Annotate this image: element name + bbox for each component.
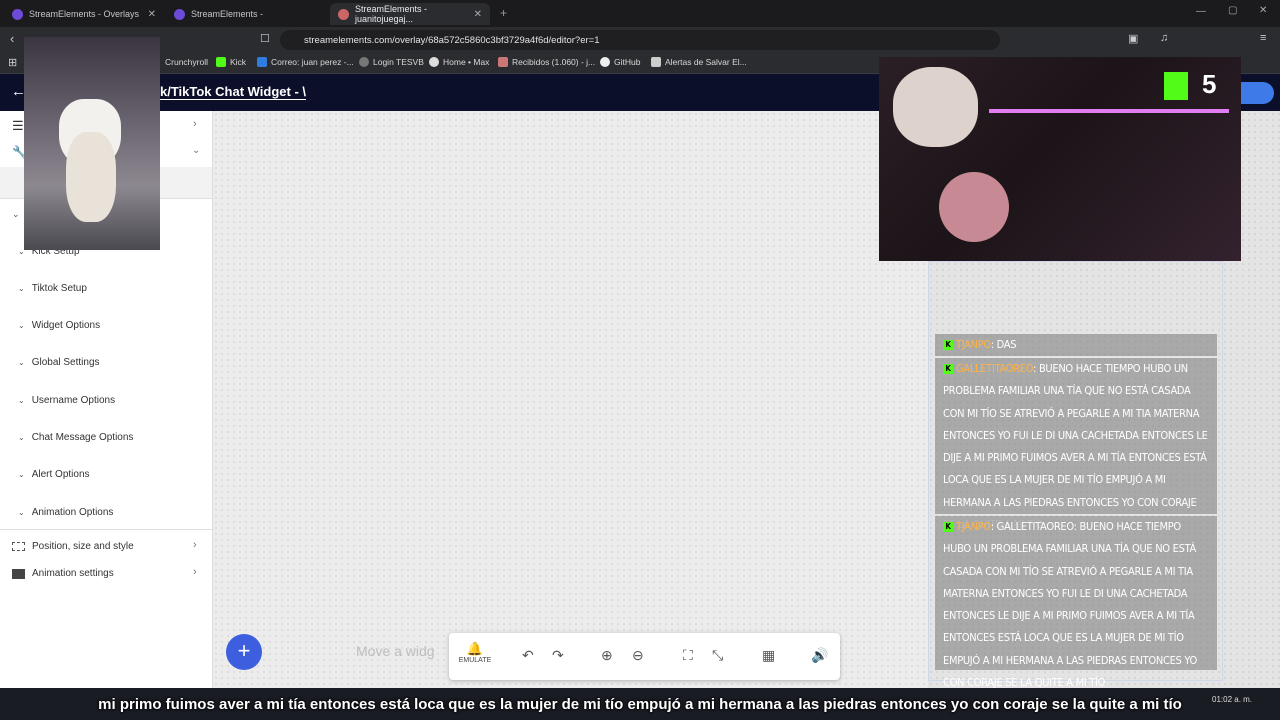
chevron-down-icon[interactable]: ⌄: [12, 209, 20, 220]
menu-icon[interactable]: ≡: [1260, 32, 1266, 44]
section-alert-options[interactable]: ⌄ Alert Options: [18, 469, 90, 480]
chevron-down-icon: ⌄: [18, 433, 25, 442]
globe-icon: [359, 57, 369, 67]
kick-icon: K: [943, 364, 953, 374]
close-window-icon[interactable]: ✕: [1259, 5, 1267, 16]
bookmark-item[interactable]: GitHub: [600, 57, 640, 67]
layers-icon[interactable]: ☰: [12, 118, 24, 134]
volume-icon[interactable]: 🔊: [811, 647, 828, 664]
close-tab-icon[interactable]: ✕: [148, 9, 156, 20]
max-icon: [429, 57, 439, 67]
bookmark-item[interactable]: Recibidos (1.060) - j...: [498, 57, 595, 67]
chat-message: K TJANPO: GALLETITAOREO: BUENO HACE TIEMP…: [935, 516, 1217, 689]
chat-text: DAS: [996, 338, 1017, 351]
chevron-down-icon: ⌄: [18, 470, 25, 479]
panel-animation-settings[interactable]: Animation settings: [12, 568, 114, 579]
chat-username: GALLETITAOREO: [956, 362, 1034, 375]
undo-icon[interactable]: ↶: [522, 647, 534, 664]
kick-icon: K: [943, 522, 953, 532]
chevron-right-icon[interactable]: ›: [193, 539, 197, 551]
section-global-settings[interactable]: ⌄ Global Settings: [18, 357, 100, 368]
overlay-title[interactable]: k/TikTok Chat Widget - \: [160, 84, 307, 100]
bookmark-item[interactable]: Home • Max: [429, 57, 489, 67]
section-animation-options[interactable]: ⌄ Animation Options: [18, 507, 113, 518]
github-icon: [600, 57, 610, 67]
kick-icon: [216, 57, 226, 67]
chat-text: GALLETITAOREO: BUENO HACE TIEMPO HUBO UN…: [943, 520, 1198, 690]
kick-icon: [1164, 72, 1188, 100]
chat-text: BUENO HACE TIEMPO HUBO UN PROBLEMA FAMIL…: [943, 362, 1208, 531]
bookmark-item[interactable]: Kick: [216, 57, 246, 67]
emulate-button[interactable]: 🔔 EMULATE: [455, 641, 495, 664]
rgb-light: [989, 109, 1229, 113]
bookmark-item[interactable]: Correo: juan perez -...: [257, 57, 354, 67]
bookmark-item[interactable]: Alertas de Salvar El...: [651, 57, 747, 67]
chevron-down-icon: ⌄: [18, 396, 25, 405]
maximize-icon[interactable]: ▢: [1228, 5, 1237, 16]
live-caption: mi primo fuimos aver a mi tía entonces e…: [98, 696, 1182, 713]
webcam-desk-video: 5: [879, 57, 1241, 261]
chevron-down-icon: ⌄: [18, 358, 25, 367]
tab-editor[interactable]: StreamElements - juanitojuegaj... ✕: [330, 3, 490, 25]
chevron-right-icon[interactable]: ›: [193, 118, 197, 130]
bookmark-item[interactable]: Crunchyroll: [165, 57, 208, 67]
bookmark-icon[interactable]: ☐: [260, 32, 270, 45]
chat-username: TJANPO: [956, 338, 991, 351]
inbox-icon: [498, 57, 508, 67]
new-tab-icon[interactable]: +: [500, 6, 507, 20]
editor-toolbar: 🔔 EMULATE ↶ ↷ ⊕ ⊖ ⛶ ⤡ ▦ 🔊: [449, 633, 840, 680]
chevron-down-icon: ⌄: [18, 508, 25, 517]
position-icon: [12, 542, 25, 551]
panel-position-size-style[interactable]: Position, size and style: [12, 541, 134, 552]
plush-toy: [893, 67, 978, 147]
chevron-down-icon[interactable]: ⌄: [192, 145, 200, 156]
overlay-canvas[interactable]: [213, 111, 928, 688]
tab-streamelements[interactable]: StreamElements -: [166, 3, 326, 25]
streamelements-icon: [12, 8, 23, 20]
minimize-icon[interactable]: —: [1196, 6, 1206, 17]
zoom-out-icon[interactable]: ⊖: [632, 647, 644, 664]
apps-icon[interactable]: ⊞: [8, 56, 17, 69]
section-widget-options[interactable]: ⌄ Widget Options: [18, 320, 100, 331]
screenshot-icon[interactable]: ▣: [1128, 32, 1138, 45]
plush-toy: [939, 172, 1009, 242]
zoom-in-icon[interactable]: ⊕: [601, 647, 613, 664]
chat-username: TJANPO: [956, 520, 991, 533]
tab-overlays[interactable]: StreamElements - Overlays ✕: [4, 3, 164, 25]
redo-icon[interactable]: ↷: [552, 647, 564, 664]
kick-viewer-count: 5: [1202, 69, 1217, 99]
canvas-hint: Move a widg: [356, 643, 435, 659]
music-icon[interactable]: ♫: [1160, 32, 1168, 44]
chat-widget: K TJANPO: DAS K GALLETITAOREO: BUENO HACE …: [935, 334, 1217, 689]
section-tiktok-setup[interactable]: ⌄ Tiktok Setup: [18, 283, 87, 294]
streamelements-icon: [174, 8, 185, 20]
close-tab-icon[interactable]: ✕: [474, 9, 482, 20]
bookmark-item[interactable]: Login TESVB: [359, 57, 424, 67]
add-widget-button[interactable]: +: [226, 634, 262, 670]
fit-screen-icon[interactable]: ⤡: [712, 647, 723, 664]
back-icon[interactable]: ‹: [10, 31, 14, 46]
mail-icon: [257, 57, 267, 67]
page-icon: [651, 57, 661, 67]
cat-body: [66, 132, 116, 222]
section-username-options[interactable]: ⌄ Username Options: [18, 395, 115, 406]
grid-icon[interactable]: ▦: [762, 647, 775, 664]
chevron-right-icon[interactable]: ›: [193, 566, 197, 578]
browser-tab-bar: StreamElements - Overlays ✕ StreamElement…: [0, 0, 1280, 27]
streamelements-icon: [338, 8, 349, 20]
chevron-down-icon: ⌄: [18, 284, 25, 293]
film-icon: [12, 568, 25, 579]
webcam-cat-video: [24, 37, 160, 250]
url-input[interactable]: streamelements.com/overlay/68a572c5860c3…: [280, 30, 1000, 50]
chevron-down-icon: ⌄: [18, 321, 25, 330]
bell-icon: 🔔: [466, 641, 484, 656]
address-bar-row: ‹ ☐ streamelements.com/overlay/68a572c58…: [0, 27, 1280, 53]
chat-message: K TJANPO: DAS: [935, 334, 1217, 356]
chat-message: K GALLETITAOREO: BUENO HACE TIEMPO HUBO U…: [935, 358, 1217, 531]
divider: [0, 529, 212, 530]
section-chat-message-options[interactable]: ⌄ Chat Message Options: [18, 432, 133, 443]
kick-icon: K: [943, 340, 953, 350]
fullscreen-icon[interactable]: ⛶: [683, 647, 693, 664]
